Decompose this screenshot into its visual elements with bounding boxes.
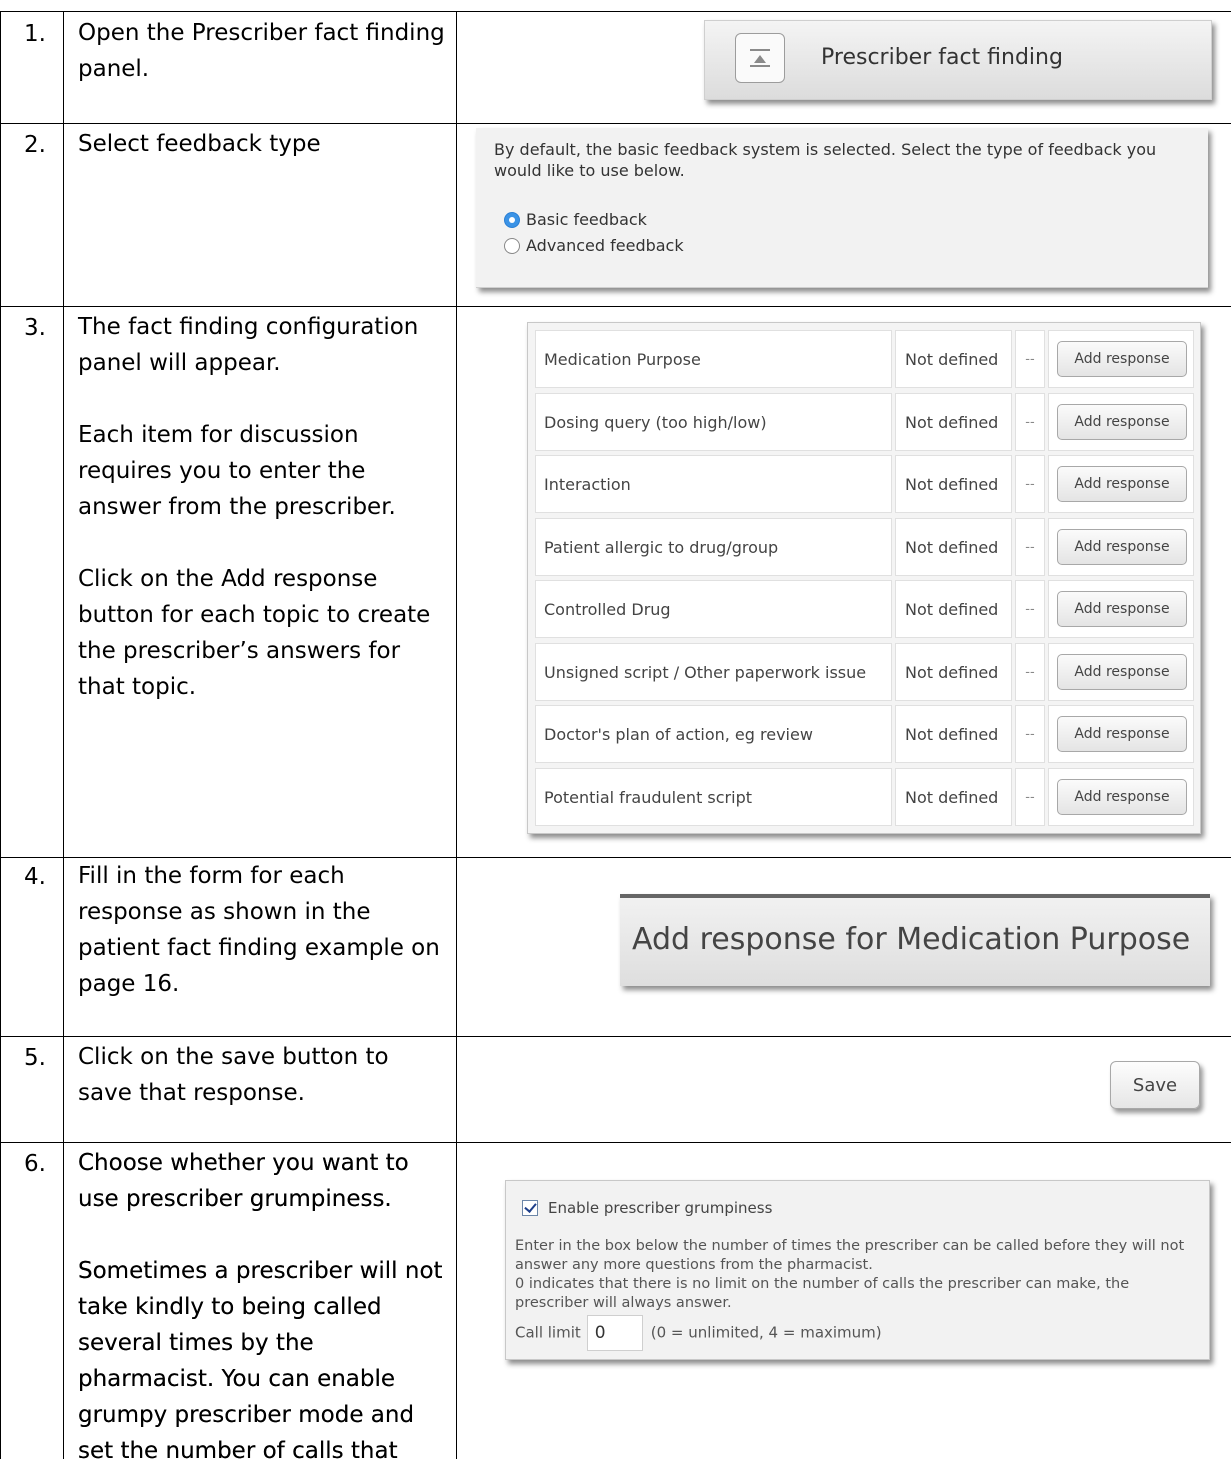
add-response-button[interactable]: Add response — [1057, 779, 1187, 815]
step-number: 2. — [24, 132, 46, 158]
call-limit-row: Call limit 0 (0 = unlimited, 4 = maximum) — [515, 1315, 882, 1351]
marker-cell: -- — [1015, 455, 1045, 513]
radio-button[interactable] — [504, 238, 520, 254]
radio-option-basic[interactable]: Basic feedback — [504, 210, 647, 229]
radio-label: Basic feedback — [526, 210, 647, 229]
status-cell: Not defined — [895, 768, 1012, 826]
step-number: 6. — [24, 1151, 46, 1177]
step-text: Click on the save button to save that re… — [78, 1044, 389, 1106]
action-cell: Add response — [1048, 393, 1194, 451]
step-text: Open the Prescriber fact finding panel. — [78, 20, 445, 82]
action-cell: Add response — [1048, 580, 1194, 638]
column-divider — [63, 11, 64, 1459]
fact-finding-config-panel: Medication Purpose Not defined -- Add re… — [527, 322, 1201, 834]
call-limit-hint: (0 = unlimited, 4 = maximum) — [650, 1323, 882, 1342]
step-text: Choose whether you want to use prescribe… — [78, 1150, 409, 1212]
add-response-button[interactable]: Add response — [1057, 466, 1187, 502]
step-description: The fact finding configuration panel wil… — [78, 309, 448, 705]
checkbox-label: Enable prescriber grumpiness — [548, 1199, 773, 1217]
topic-cell: Unsigned script / Other paperwork issue — [535, 643, 892, 701]
action-cell: Add response — [1048, 518, 1194, 576]
description-line: 0 indicates that there is no limit on th… — [515, 1276, 1130, 1311]
step-text: Select feedback type — [78, 131, 321, 157]
marker-cell: -- — [1015, 518, 1045, 576]
marker-cell: -- — [1015, 580, 1045, 638]
step-description: Select feedback type — [78, 126, 448, 162]
call-limit-label: Call limit — [515, 1323, 581, 1342]
grumpiness-panel: Enable prescriber grumpiness Enter in th… — [505, 1180, 1210, 1360]
step-description: Open the Prescriber fact finding panel. — [78, 15, 448, 87]
add-response-button[interactable]: Add response — [1057, 654, 1187, 690]
radio-option-advanced[interactable]: Advanced feedback — [504, 236, 684, 255]
radio-label: Advanced feedback — [526, 236, 684, 255]
grumpiness-description: Enter in the box below the number of tim… — [515, 1237, 1205, 1313]
prescriber-fact-finding-panel[interactable]: Prescriber fact finding — [704, 20, 1212, 100]
step-text: Click on the Add response button for eac… — [78, 566, 431, 700]
topic-cell: Doctor's plan of action, eg review — [535, 705, 892, 763]
step-text: Fill in the form for each response as sh… — [78, 863, 440, 997]
table-border-left — [0, 11, 1, 1459]
marker-cell: -- — [1015, 643, 1045, 701]
row-divider — [0, 1036, 1231, 1037]
topic-cell: Patient allergic to drug/group — [535, 518, 892, 576]
add-response-header: Add response for Medication Purpose — [620, 894, 1210, 986]
panel-toggle-label: Prescriber fact finding — [821, 45, 1063, 70]
radio-button[interactable] — [504, 212, 520, 228]
action-cell: Add response — [1048, 643, 1194, 701]
status-cell: Not defined — [895, 580, 1012, 638]
marker-cell: -- — [1015, 768, 1045, 826]
step-text: Sometimes a prescriber will not take kin… — [78, 1258, 443, 1464]
topic-cell: Dosing query (too high/low) — [535, 393, 892, 451]
step-number: 5. — [24, 1045, 46, 1071]
status-cell: Not defined — [895, 455, 1012, 513]
step-number: 4. — [24, 864, 46, 890]
action-cell: Add response — [1048, 455, 1194, 513]
row-divider — [0, 306, 1231, 307]
call-limit-input[interactable]: 0 — [586, 1315, 643, 1351]
feedback-type-panel: By default, the basic feedback system is… — [476, 128, 1208, 288]
step-description: Fill in the form for each response as sh… — [78, 858, 448, 1002]
status-cell: Not defined — [895, 518, 1012, 576]
step-description: Choose whether you want to use prescribe… — [78, 1145, 448, 1469]
topic-cell: Potential fraudulent script — [535, 768, 892, 826]
description-line: Enter in the box below the number of tim… — [515, 1238, 1185, 1273]
add-response-button[interactable]: Add response — [1057, 341, 1187, 377]
add-response-button[interactable]: Add response — [1057, 404, 1187, 440]
step-number: 3. — [24, 315, 46, 341]
topic-cell: Interaction — [535, 455, 892, 513]
add-response-button[interactable]: Add response — [1057, 716, 1187, 752]
collapse-up-icon[interactable] — [735, 33, 785, 83]
step-text: Each item for discussion requires you to… — [78, 422, 396, 520]
feedback-intro: By default, the basic feedback system is… — [494, 140, 1157, 180]
column-divider — [456, 11, 457, 1459]
row-divider — [0, 123, 1231, 124]
add-response-title: Add response for Medication Purpose — [632, 922, 1191, 957]
marker-cell: -- — [1015, 393, 1045, 451]
table-border-top — [0, 11, 1231, 12]
add-response-button[interactable]: Add response — [1057, 529, 1187, 565]
status-cell: Not defined — [895, 330, 1012, 388]
action-cell: Add response — [1048, 705, 1194, 763]
topic-cell: Medication Purpose — [535, 330, 892, 388]
status-cell: Not defined — [895, 643, 1012, 701]
marker-cell: -- — [1015, 705, 1045, 763]
status-cell: Not defined — [895, 393, 1012, 451]
status-cell: Not defined — [895, 705, 1012, 763]
step-text: The fact finding configuration panel wil… — [78, 314, 419, 376]
save-button[interactable]: Save — [1110, 1061, 1200, 1109]
grumpiness-checkbox[interactable] — [522, 1200, 538, 1216]
row-divider — [0, 1142, 1231, 1143]
topic-cell: Controlled Drug — [535, 580, 892, 638]
add-response-button[interactable]: Add response — [1057, 591, 1187, 627]
marker-cell: -- — [1015, 330, 1045, 388]
grumpiness-toggle[interactable]: Enable prescriber grumpiness — [522, 1199, 772, 1217]
step-number: 1. — [24, 21, 46, 47]
action-cell: Add response — [1048, 330, 1194, 388]
action-cell: Add response — [1048, 768, 1194, 826]
step-description: Click on the save button to save that re… — [78, 1039, 448, 1111]
